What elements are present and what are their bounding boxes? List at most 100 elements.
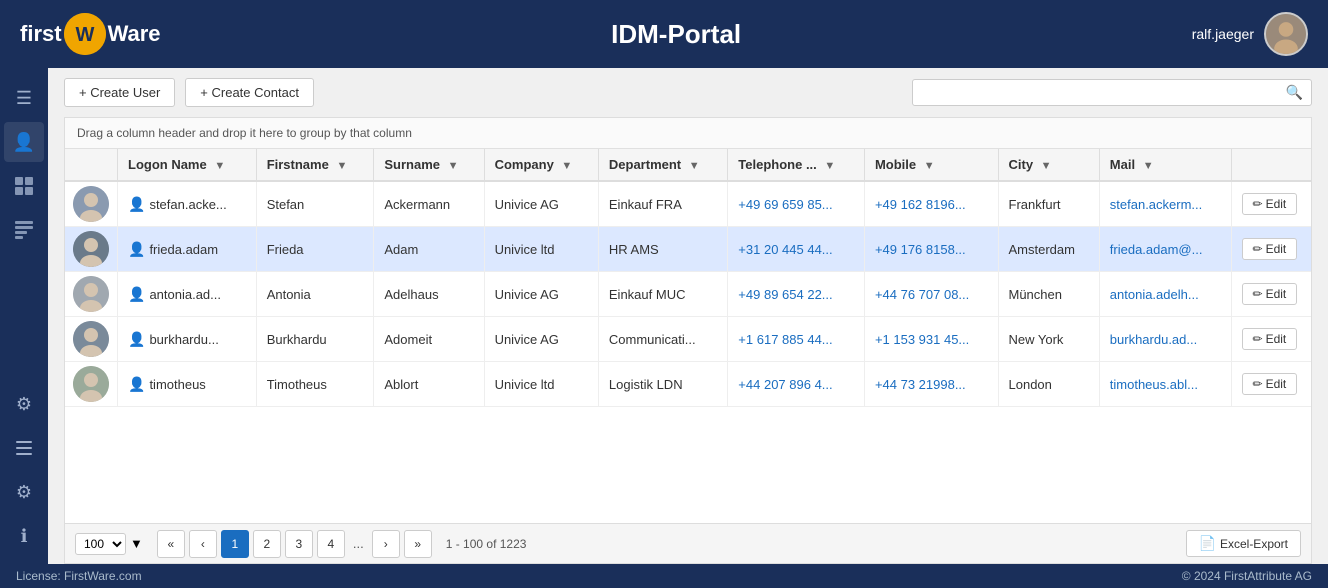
col-department[interactable]: Department ▼ [598,149,727,181]
logo-ware: Ware [108,21,161,47]
telephone-link[interactable]: +1 617 885 44... [738,332,832,347]
cell-logon: 👤antonia.ad... [118,272,257,317]
sort-department-icon: ▼ [689,160,700,172]
edit-button[interactable]: ✏ Edit [1242,373,1298,395]
prev-page-button[interactable]: ‹ [189,530,217,558]
content-area: + Create User + Create Contact 🔍 Drag a … [48,68,1328,564]
create-contact-button[interactable]: + Create Contact [185,78,314,107]
cell-telephone: +1 617 885 44... [728,317,865,362]
user-type-icon: 👤 [128,241,145,257]
cell-photo [65,227,118,272]
edit-button[interactable]: ✏ Edit [1242,238,1298,260]
sort-telephone-icon: ▼ [824,160,835,172]
per-page-select[interactable]: 100 50 25 [75,533,126,555]
cell-telephone: +31 20 445 44... [728,227,865,272]
next-page-button[interactable]: › [372,530,400,558]
user-avatar [73,276,109,312]
mobile-link[interactable]: +49 162 8196... [875,197,966,212]
sidebar-item-settings[interactable]: ⚙ [4,384,44,424]
col-company[interactable]: Company ▼ [484,149,598,181]
cell-action: ✏ Edit [1231,317,1311,362]
cell-action: ✏ Edit [1231,181,1311,227]
mobile-link[interactable]: +1 153 931 45... [875,332,969,347]
footer-left: License: FirstWare.com [16,569,142,583]
mail-link[interactable]: burkhardu.ad... [1110,332,1197,347]
sidebar-item-menu[interactable]: ☰ [4,78,44,118]
user-avatar [73,231,109,267]
user-area: ralf.jaeger [1192,12,1308,56]
last-page-button[interactable]: » [404,530,432,558]
edit-button[interactable]: ✏ Edit [1242,328,1298,350]
col-action [1231,149,1311,181]
cell-company: Univice ltd [484,362,598,407]
edit-button[interactable]: ✏ Edit [1242,193,1298,215]
sidebar-item-config[interactable]: ⚙ [4,472,44,512]
per-page-arrow: ▼ [130,536,143,551]
col-logon[interactable]: Logon Name ▼ [118,149,257,181]
mobile-link[interactable]: +49 176 8158... [875,242,966,257]
col-mail[interactable]: Mail ▼ [1099,149,1231,181]
table-row: 👤stefan.acke...StefanAckermannUnivice AG… [65,181,1311,227]
edit-button[interactable]: ✏ Edit [1242,283,1298,305]
cell-department: Einkauf FRA [598,181,727,227]
sidebar-item-dashboard[interactable] [4,166,44,206]
cell-surname: Adomeit [374,317,484,362]
logon-value: burkhardu... [149,332,218,347]
cell-company: Univice AG [484,181,598,227]
col-telephone[interactable]: Telephone ... ▼ [728,149,865,181]
cell-mobile: +44 76 707 08... [864,272,998,317]
col-city[interactable]: City ▼ [998,149,1099,181]
col-firstname[interactable]: Firstname ▼ [256,149,374,181]
col-surname[interactable]: Surname ▼ [374,149,484,181]
sidebar-item-info[interactable]: ℹ [4,516,44,556]
sort-company-icon: ▼ [561,160,572,172]
drag-hint: Drag a column header and drop it here to… [65,118,1311,149]
cell-mobile: +44 73 21998... [864,362,998,407]
pagination: 100 50 25 ▼ « ‹ 1 2 3 4 ... › » 1 - 100 … [65,523,1311,563]
cell-surname: Adam [374,227,484,272]
sidebar-item-tasks[interactable] [4,428,44,468]
sidebar-item-users[interactable]: 👤 [4,122,44,162]
cell-logon: 👤timotheus [118,362,257,407]
logo-icon: W [64,13,106,55]
telephone-link[interactable]: +31 20 445 44... [738,242,832,257]
mail-link[interactable]: frieda.adam@... [1110,242,1203,257]
telephone-link[interactable]: +44 207 896 4... [738,377,832,392]
page-2-button[interactable]: 2 [253,530,281,558]
edit-icon: ✏ [1253,197,1263,211]
table-scroll[interactable]: Logon Name ▼ Firstname ▼ Surname ▼ Compa… [65,149,1311,523]
create-user-button[interactable]: + Create User [64,78,175,107]
mail-link[interactable]: timotheus.abl... [1110,377,1198,392]
search-input[interactable] [921,85,1286,100]
mobile-link[interactable]: +44 73 21998... [875,377,966,392]
user-type-icon: 👤 [128,286,145,302]
page-4-button[interactable]: 4 [317,530,345,558]
telephone-link[interactable]: +49 69 659 85... [738,197,832,212]
search-icon[interactable]: 🔍 [1286,84,1303,101]
mail-link[interactable]: stefan.ackerm... [1110,197,1202,212]
cell-city: München [998,272,1099,317]
page-1-button[interactable]: 1 [221,530,249,558]
avatar[interactable] [1264,12,1308,56]
mobile-link[interactable]: +44 76 707 08... [875,287,969,302]
mail-link[interactable]: antonia.adelh... [1110,287,1199,302]
cell-mobile: +49 162 8196... [864,181,998,227]
col-mobile[interactable]: Mobile ▼ [864,149,998,181]
cell-city: New York [998,317,1099,362]
sidebar-item-reports[interactable] [4,210,44,250]
cell-city: Amsterdam [998,227,1099,272]
page-3-button[interactable]: 3 [285,530,313,558]
edit-icon: ✏ [1253,377,1263,391]
cell-logon: 👤frieda.adam [118,227,257,272]
cell-action: ✏ Edit [1231,227,1311,272]
excel-export-button[interactable]: 📄 Excel-Export [1186,530,1301,557]
cell-mail: antonia.adelh... [1099,272,1231,317]
cell-photo [65,272,118,317]
cell-action: ✏ Edit [1231,272,1311,317]
first-page-button[interactable]: « [157,530,185,558]
sort-city-icon: ▼ [1041,160,1052,172]
cell-photo [65,362,118,407]
telephone-link[interactable]: +49 89 654 22... [738,287,832,302]
cell-city: London [998,362,1099,407]
cell-mobile: +49 176 8158... [864,227,998,272]
